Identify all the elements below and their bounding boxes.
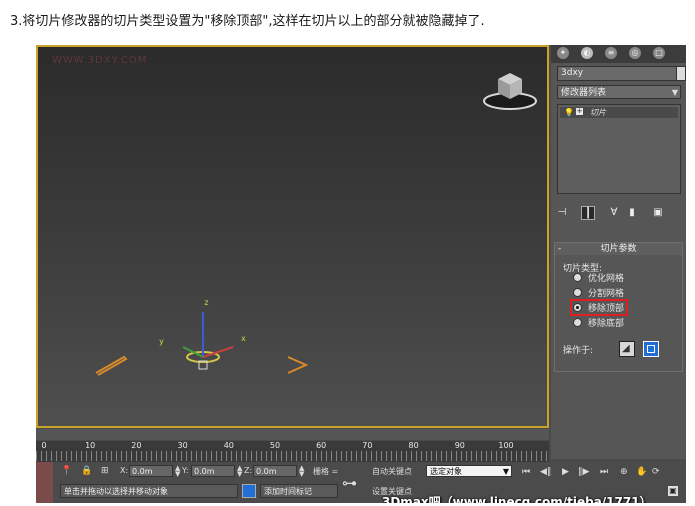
slice-parameters-rollout: 切片参数 - 切片类型: 优化网格 分割网格 移除顶部 移除底部 操作于: [554, 242, 683, 372]
y-label: Y: [182, 466, 189, 475]
hierarchy-tab-icon[interactable]: ≡ [605, 47, 617, 59]
modifier-stack: 💡 + 切片 [557, 104, 681, 194]
x-coordinate-input[interactable]: 0.0m [129, 465, 173, 477]
maxscript-listener-strip[interactable] [36, 462, 53, 503]
timeline-tick-label: 10 [85, 441, 96, 450]
add-time-tag-button[interactable] [242, 484, 256, 498]
timeline-tick-label: 80 [408, 441, 419, 450]
auto-key-button[interactable]: 自动关键点 [372, 466, 412, 477]
y-coordinate-input[interactable]: 0.0m [191, 465, 235, 477]
modifier-list-label: 修改器列表 [561, 88, 607, 98]
chevron-down-icon: ▼ [502, 467, 509, 476]
z-spinner-icon[interactable]: ▲ ▼ [299, 465, 305, 478]
selection-highlight-box [570, 299, 628, 316]
create-tab-icon[interactable]: ✦ [557, 47, 569, 59]
radio-button[interactable] [573, 288, 582, 297]
radio-label: 优化网格 [588, 274, 625, 284]
object-color-swatch[interactable] [676, 66, 686, 81]
show-end-result-icon[interactable]: ┃ [581, 206, 595, 220]
make-unique-icon[interactable]: ∀ [607, 206, 621, 220]
status-bar: 📍 🔒 ⊞ X: 0.0m ▲ ▼ Y: 0.0m ▲ ▼ Z: 0.0m ▲ ▼ 栅… [36, 462, 686, 503]
pin-icon[interactable]: 📍 [61, 465, 72, 477]
add-time-tag-field[interactable]: 添加时间标记 [260, 484, 338, 498]
lock-icon[interactable]: 🔒 [81, 465, 92, 477]
command-panel-tabs: ✦ ◐ ≡ ◎ □ [551, 45, 686, 63]
radio-remove-bottom[interactable]: 移除底部 [573, 318, 624, 330]
pan-icon[interactable]: ✋ [636, 466, 647, 478]
remove-modifier-icon[interactable]: ▮ [625, 206, 639, 220]
timeline-tick-label: 20 [131, 441, 142, 450]
rollout-title: 切片参数 [600, 244, 637, 254]
operate-on-face-button[interactable] [619, 341, 635, 357]
timeline-tick-label: 40 [223, 441, 234, 450]
timeline-tick-label: 90 [454, 441, 465, 450]
axis-y-label: y [159, 337, 164, 346]
go-to-end-icon[interactable]: ⏭ [600, 466, 608, 478]
time-slider[interactable] [36, 429, 549, 440]
operate-on-label: 操作于: [563, 346, 594, 356]
z-label: Z: [244, 466, 253, 475]
stack-toolbar: ⊣ ┃ ∀ ▮ ▣ [551, 206, 686, 222]
stack-item-slice[interactable]: 💡 + 切片 [560, 107, 678, 118]
expand-plus-icon[interactable]: + [576, 108, 583, 115]
radio-button[interactable] [573, 318, 582, 327]
axis-z-label: z [204, 298, 209, 307]
motion-tab-icon[interactable]: ◎ [629, 47, 641, 59]
orbit-icon[interactable]: ⟳ [652, 466, 660, 478]
pin-stack-icon[interactable]: ⊣ [555, 206, 569, 220]
radio-button[interactable] [573, 273, 582, 282]
operate-on-poly-button[interactable] [643, 341, 659, 357]
slice-gizmo [95, 312, 309, 376]
radio-refine-mesh[interactable]: 优化网格 [573, 273, 624, 285]
timeline-tick-label: 30 [177, 441, 188, 450]
maximize-viewport-icon[interactable]: ▣ [668, 486, 678, 496]
timeline-ruler[interactable]: 0 10 20 30 40 50 60 70 80 90 100 [36, 441, 549, 462]
timeline-tick-label: 0 [41, 441, 47, 450]
rollout-header[interactable]: 切片参数 - [555, 243, 682, 255]
axis-x-label: x [241, 334, 246, 343]
3dsmax-window: WWW.3DXY.COM z x y ✦ ◐ ≡ ◎ □ 3dxy 修改器列表 … [36, 45, 686, 503]
modify-tab-icon[interactable]: ◐ [581, 47, 593, 59]
display-tab-icon[interactable]: □ [653, 47, 665, 59]
forum-watermark-banner: 3Dmax吧（www.linecg.com/tieba/1771） [382, 495, 652, 503]
configure-sets-icon[interactable]: ▣ [651, 206, 665, 220]
object-name-field[interactable]: 3dxy [557, 66, 677, 81]
timeline-tick-label: 50 [269, 441, 281, 450]
grid-label: 栅格 = [313, 467, 339, 476]
x-label: X: [120, 466, 129, 475]
collapse-minus-icon: - [558, 244, 562, 254]
command-panel: ✦ ◐ ≡ ◎ □ 3dxy 修改器列表 ▼ 💡 + 切片 ⊣ ┃ ∀ ▮ ▣ [551, 45, 686, 459]
play-icon[interactable]: ▶ [562, 466, 569, 478]
go-to-start-icon[interactable]: ⏮ [522, 466, 530, 478]
chevron-down-icon: ▼ [671, 88, 678, 97]
x-spinner-icon[interactable]: ▲ ▼ [175, 465, 181, 478]
timeline-ticks [36, 451, 549, 461]
timeline-tick-label: 70 [362, 441, 373, 450]
set-key-icon[interactable]: ⊶ [342, 474, 357, 492]
tutorial-caption: 3.将切片修改器的切片类型设置为"移除顶部",这样在切片以上的部分就被隐藏掉了. [10, 14, 485, 29]
stack-item-label: 切片 [590, 108, 606, 117]
perspective-viewport[interactable]: WWW.3DXY.COM z x y [36, 45, 549, 428]
key-filter-value: 选定对象 [430, 467, 462, 476]
prompt-line: 单击并拖动以选择并移动对象 [60, 484, 238, 498]
z-coordinate-input[interactable]: 0.0m [253, 465, 297, 477]
key-filter-dropdown[interactable]: 选定对象 ▼ [426, 465, 512, 477]
modifier-list-dropdown[interactable]: 修改器列表 ▼ [557, 85, 681, 99]
lightbulb-icon[interactable]: 💡 [564, 107, 574, 118]
zoom-icon[interactable]: ⊕ [620, 466, 628, 478]
next-frame-icon[interactable]: ‖▶ [578, 466, 589, 478]
y-spinner-icon[interactable]: ▲ ▼ [237, 465, 243, 478]
previous-frame-icon[interactable]: ◀‖ [540, 466, 551, 478]
transform-mode-icon[interactable]: ⊞ [101, 465, 109, 477]
radio-label: 分割网格 [588, 289, 625, 299]
radio-label: 移除底部 [588, 319, 625, 329]
timeline-tick-label: 60 [316, 441, 327, 450]
timeline-tick-label: 100 [498, 441, 514, 450]
